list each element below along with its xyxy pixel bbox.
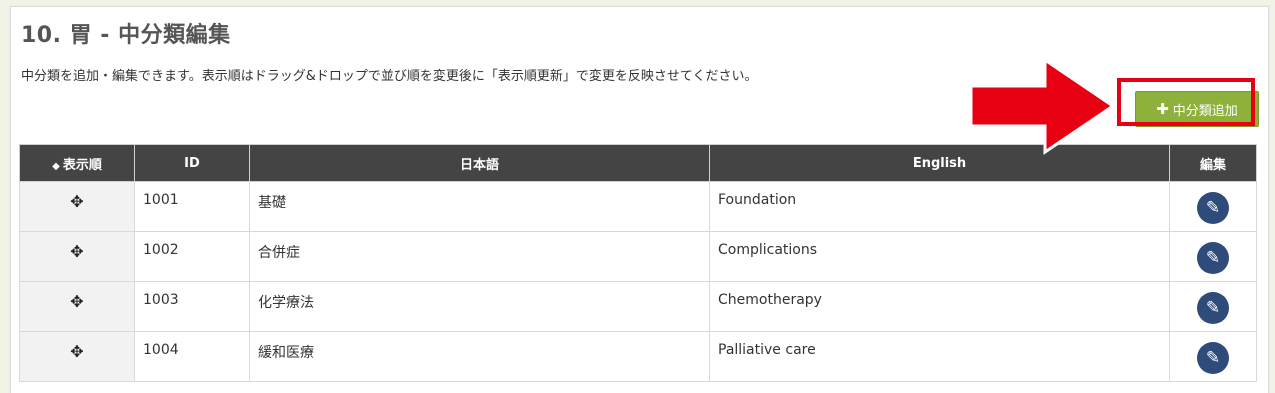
drag-handle[interactable]: ✥ [19,281,135,332]
table-row: ✥ 1004 緩和医療 Palliative care ✎ [19,331,1257,382]
edit-cell: ✎ [1169,231,1257,282]
edit-cell: ✎ [1169,331,1257,382]
id-column-header: ID [134,144,250,182]
pencil-icon[interactable]: ✎ [1197,292,1229,324]
category-table: ◆ 表示順 ID 日本語 English 編集 ✥ 1001 基礎 Foundat… [19,144,1257,382]
pencil-icon[interactable]: ✎ [1197,242,1229,274]
annotation-highlight-box [1117,78,1255,126]
row-id: 1001 [134,181,250,232]
move-icon: ✥ [70,342,84,361]
row-japanese: 化学療法 [249,281,710,332]
edit-cell: ✎ [1169,181,1257,232]
row-japanese: 合併症 [249,231,710,282]
row-english: Palliative care [709,331,1170,382]
drag-handle[interactable]: ✥ [19,231,135,282]
row-id: 1003 [134,281,250,332]
table-row: ✥ 1003 化学療法 Chemotherapy ✎ [19,281,1257,332]
table-row: ✥ 1002 合併症 Complications ✎ [19,231,1257,282]
move-icon: ✥ [70,242,84,261]
page-description: 中分類を追加・編集できます。表示順はドラッグ&ドロップで並び順を変更後に「表示順… [21,69,758,84]
move-icon: ✥ [70,192,84,211]
table-row: ✥ 1001 基礎 Foundation ✎ [19,181,1257,232]
row-id: 1002 [134,231,250,282]
row-japanese: 緩和医療 [249,331,710,382]
row-id: 1004 [134,331,250,382]
row-english: Complications [709,231,1170,282]
pencil-icon[interactable]: ✎ [1197,192,1229,224]
edit-column-header: 編集 [1169,144,1257,182]
drag-handle[interactable]: ✥ [19,181,135,232]
row-japanese: 基礎 [249,181,710,232]
sort-icon: ◆ [52,160,60,172]
drag-handle[interactable]: ✥ [19,331,135,382]
move-icon: ✥ [70,292,84,311]
row-english: Foundation [709,181,1170,232]
annotation-arrow-icon [969,57,1116,155]
row-english: Chemotherapy [709,281,1170,332]
page-title: 10. 胃 - 中分類編集 [21,23,231,48]
order-column-header[interactable]: ◆ 表示順 [19,144,135,182]
japanese-column-header: 日本語 [249,144,710,182]
edit-cell: ✎ [1169,281,1257,332]
order-header-label: 表示順 [62,157,102,173]
pencil-icon[interactable]: ✎ [1197,342,1229,374]
